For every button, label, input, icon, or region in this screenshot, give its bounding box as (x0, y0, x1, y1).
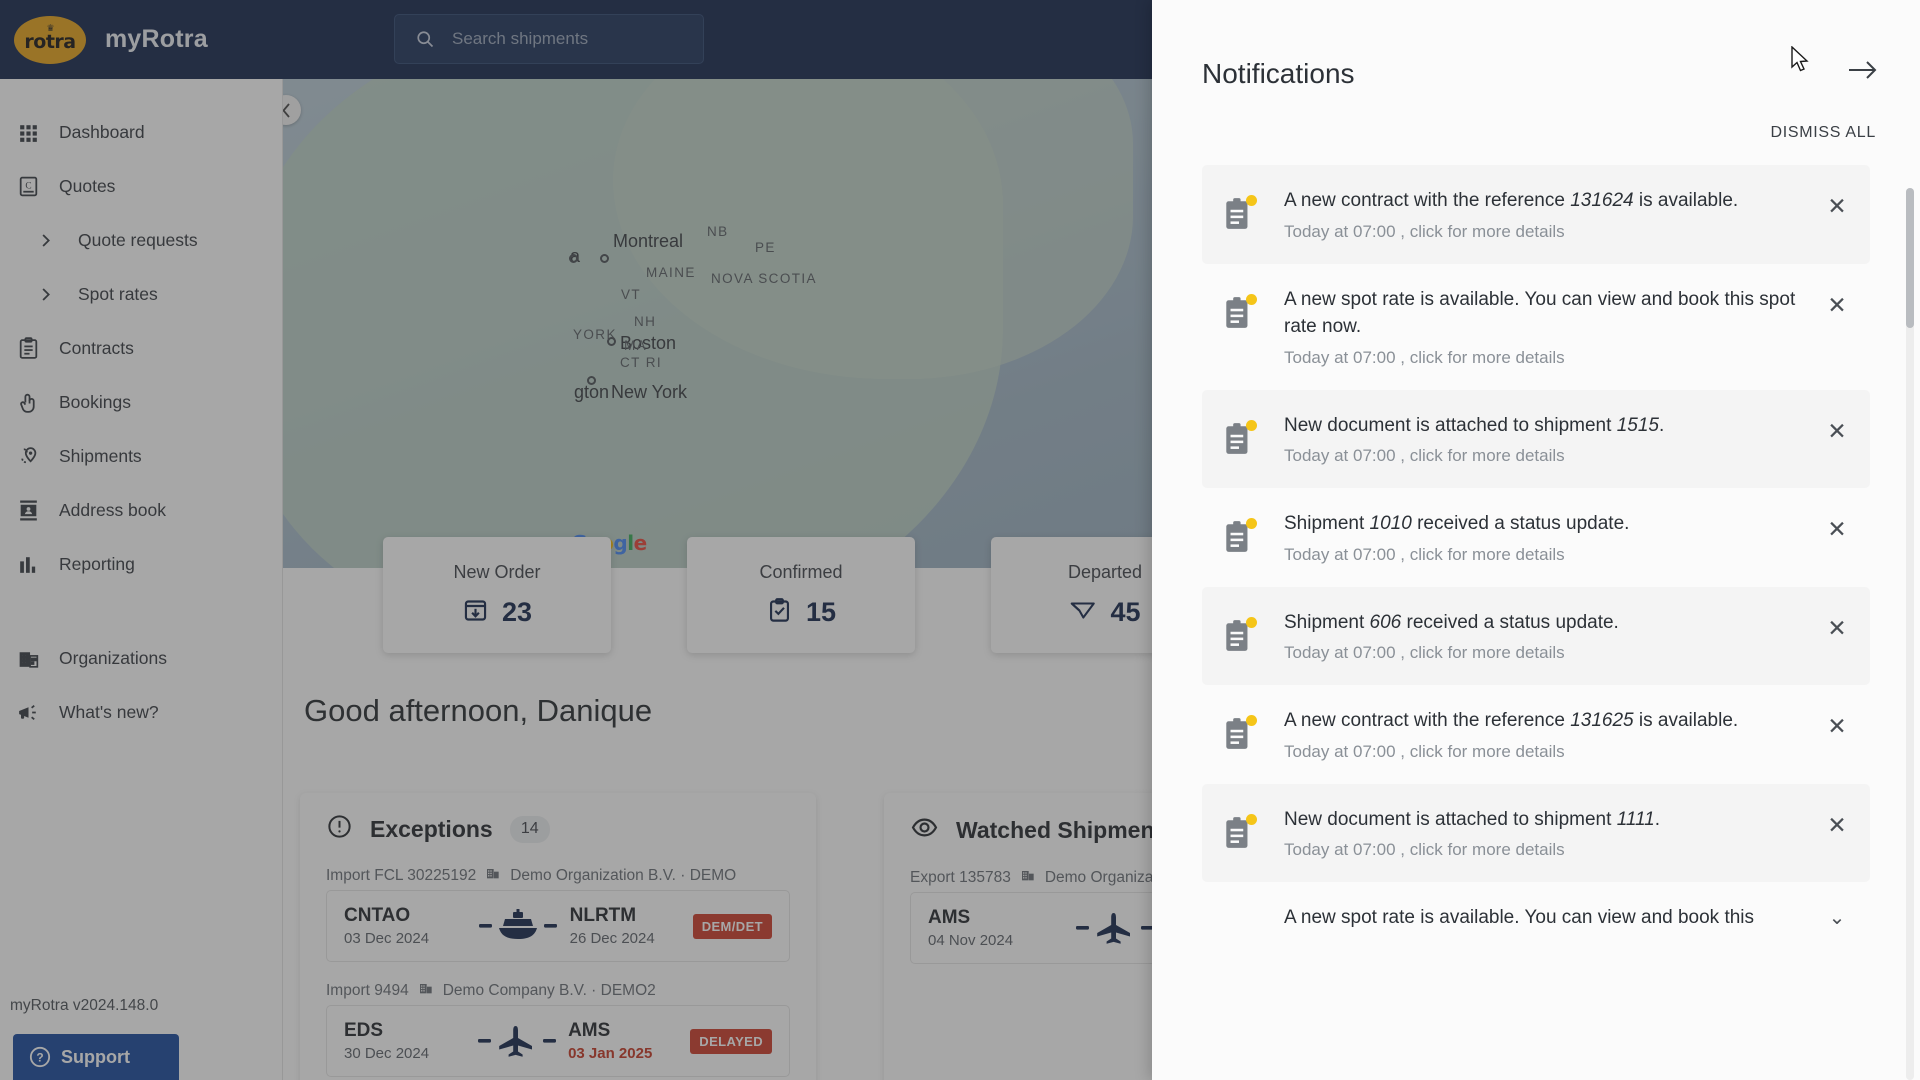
expand-notification-button[interactable]: ⌄ (1820, 908, 1854, 928)
notification-timestamp: Today at 07:00 , click for more details (1284, 221, 1565, 241)
notification-timestamp: Today at 07:00 , click for more details (1284, 643, 1565, 663)
notification-body: A new spot rate is available. You can vi… (1284, 904, 1820, 932)
notification-item[interactable]: A new spot rate is available. You can vi… (1202, 264, 1870, 390)
scrollbar-thumb[interactable] (1906, 188, 1914, 328)
notification-reference: 1111 (1616, 808, 1655, 830)
clipboard-notification-icon (1218, 812, 1260, 854)
notification-item[interactable]: New document is attached to shipment 151… (1202, 389, 1870, 489)
unread-dot (1246, 813, 1257, 825)
notification-item[interactable]: New document is attached to shipment 111… (1202, 783, 1870, 883)
unread-dot (1246, 715, 1257, 727)
notification-body: A new contract with the reference 131624… (1284, 187, 1820, 242)
clipboard-notification-icon (1218, 193, 1260, 235)
notification-message: Shipment 1010 received a status update. (1284, 513, 1630, 535)
clipboard-notification-icon (1218, 516, 1260, 558)
unread-dot (1246, 419, 1257, 431)
notification-message: A new spot rate is available. You can vi… (1284, 288, 1796, 338)
notification-body: New document is attached to shipment 151… (1284, 412, 1820, 467)
dismiss-notification-button[interactable]: ✕ (1820, 813, 1854, 837)
dismiss-notification-button[interactable]: ✕ (1820, 518, 1854, 541)
clipboard-notification-icon (1218, 292, 1260, 334)
notification-reference: 131624 (1570, 190, 1634, 211)
notification-item[interactable]: Shipment 1010 received a status update. T… (1202, 488, 1870, 587)
notification-reference: 1515 (1616, 414, 1659, 436)
clipboard-notification-icon (1218, 615, 1260, 657)
notification-message: A new spot rate is available. You can vi… (1284, 907, 1755, 929)
notification-message: A new contract with the reference 131625… (1284, 710, 1739, 732)
notification-message: New document is attached to shipment 151… (1284, 414, 1665, 436)
notification-reference: 1010 (1369, 513, 1412, 535)
notification-body: Shipment 606 received a status update. To… (1284, 609, 1820, 664)
notification-icon-placeholder (1218, 910, 1260, 952)
notification-body: A new contract with the reference 131625… (1284, 707, 1820, 762)
notification-item[interactable]: A new contract with the reference 131624… (1202, 165, 1870, 264)
dismiss-notification-button[interactable]: ✕ (1820, 715, 1854, 738)
dismiss-notification-button[interactable]: ✕ (1820, 616, 1854, 640)
unread-dot (1246, 518, 1257, 530)
notification-timestamp: Today at 07:00 , click for more details (1284, 446, 1565, 466)
notification-timestamp: Today at 07:00 , click for more details (1284, 741, 1565, 761)
notification-body: New document is attached to shipment 111… (1284, 806, 1820, 861)
notification-item[interactable]: Shipment 606 received a status update. To… (1202, 586, 1870, 686)
dismiss-notification-button[interactable]: ✕ (1820, 293, 1854, 317)
unread-dot (1246, 195, 1257, 206)
clipboard-notification-icon (1218, 418, 1260, 460)
mouse-cursor (1791, 45, 1811, 79)
notifications-list: A new contract with the reference 131624… (1152, 165, 1920, 1080)
arrow-right-icon (1849, 61, 1877, 79)
unread-dot (1246, 616, 1257, 628)
dismiss-notification-button[interactable]: ✕ (1820, 195, 1854, 218)
notification-reference: 606 (1369, 611, 1402, 633)
notification-item[interactable]: A new contract with the reference 131625… (1202, 685, 1870, 784)
notifications-title: Notifications (1202, 58, 1355, 89)
notification-timestamp: Today at 07:00 , click for more details (1284, 840, 1565, 860)
close-panel-button[interactable] (1848, 58, 1878, 87)
notification-message: New document is attached to shipment 111… (1284, 808, 1661, 830)
notification-body: Shipment 1010 received a status update. T… (1284, 510, 1820, 565)
clipboard-notification-icon (1218, 713, 1260, 755)
notifications-panel: Notifications DISMISS ALL A new contract… (1152, 0, 1920, 1080)
notification-reference: 131625 (1570, 710, 1634, 732)
notification-item[interactable]: A new spot rate is available. You can vi… (1202, 882, 1870, 974)
notifications-scrollbar[interactable] (1906, 188, 1914, 1080)
notification-message: Shipment 606 received a status update. (1284, 611, 1619, 633)
unread-dot (1246, 293, 1257, 305)
dismiss-all-button[interactable]: DISMISS ALL (1770, 124, 1876, 142)
notification-message: A new contract with the reference 131624… (1284, 190, 1739, 211)
dismiss-notification-button[interactable]: ✕ (1820, 419, 1854, 443)
notification-timestamp: Today at 07:00 , click for more details (1284, 347, 1565, 367)
notification-timestamp: Today at 07:00 , click for more details (1284, 544, 1565, 564)
notification-body: A new spot rate is available. You can vi… (1284, 286, 1820, 368)
